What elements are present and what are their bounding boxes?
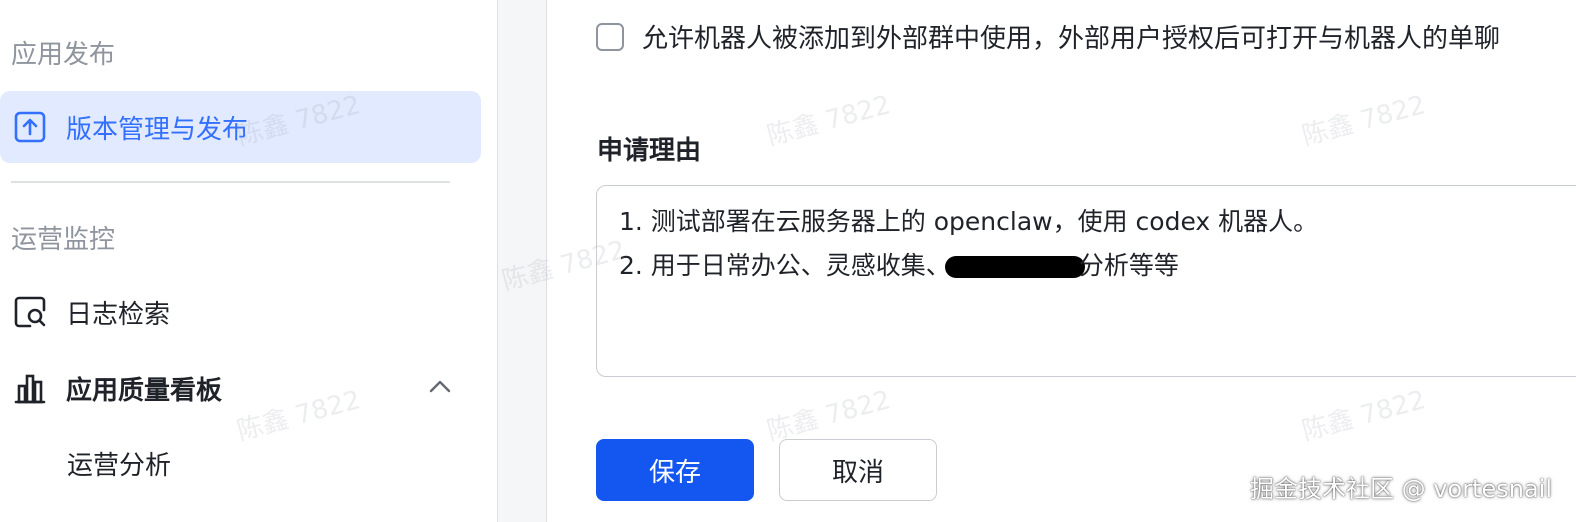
- external-group-checkbox[interactable]: [596, 22, 624, 51]
- external-group-checkbox-label: 允许机器人被添加到外部群中使用，外部用户授权后可打开与机器人的单聊: [642, 24, 1501, 54]
- content-gutter: [498, 0, 547, 522]
- reason-line-2: 2. 用于日常办公、灵感收集、 分析等等: [619, 244, 1573, 288]
- sidebar-item-label: 版本管理与发布: [66, 114, 249, 145]
- sidebar-divider: [11, 181, 450, 183]
- cancel-button[interactable]: 取消: [779, 439, 937, 501]
- sidebar-item-log-search[interactable]: 日志检索: [0, 276, 481, 348]
- section-title-ops: 运营监控: [11, 225, 116, 255]
- main-content: 允许机器人被添加到外部群中使用，外部用户授权后可打开与机器人的单聊 申请理由 1…: [547, 0, 1576, 522]
- section-title-release: 应用发布: [11, 40, 116, 70]
- reason-label: 申请理由: [597, 136, 702, 166]
- sidebar-item-quality-dashboard[interactable]: 应用质量看板: [0, 352, 481, 424]
- external-group-option[interactable]: 允许机器人被添加到外部群中使用，外部用户授权后可打开与机器人的单聊: [596, 18, 1500, 55]
- sidebar: 应用发布 版本管理与发布 运营监控 日志检索 应用质量看板 运营分析: [0, 0, 498, 522]
- reason-line-2-end: 分析等等: [1078, 251, 1179, 280]
- bar-chart-icon: [12, 370, 48, 406]
- log-search-icon: [12, 294, 48, 330]
- upload-icon: [12, 109, 48, 145]
- sidebar-subitem-ops-analysis[interactable]: 运营分析: [0, 433, 481, 493]
- reason-line-2-start: 2. 用于日常办公、灵感收集、: [619, 251, 951, 280]
- sidebar-item-version-release[interactable]: 版本管理与发布: [0, 91, 481, 163]
- save-button[interactable]: 保存: [596, 439, 754, 501]
- reason-textarea[interactable]: 1. 测试部署在云服务器上的 openclaw，使用 codex 机器人。 2.…: [596, 185, 1576, 377]
- sidebar-item-label: 应用质量看板: [66, 375, 223, 406]
- sidebar-item-label: 日志检索: [66, 299, 171, 330]
- chevron-up-icon[interactable]: [429, 378, 451, 397]
- site-watermark: 掘金技术社区 @ vortesnail: [1250, 475, 1552, 503]
- reason-line-1: 1. 测试部署在云服务器上的 openclaw，使用 codex 机器人。: [619, 207, 1319, 236]
- sidebar-subitem-label: 运营分析: [67, 450, 172, 481]
- redaction-mark: [944, 256, 1085, 278]
